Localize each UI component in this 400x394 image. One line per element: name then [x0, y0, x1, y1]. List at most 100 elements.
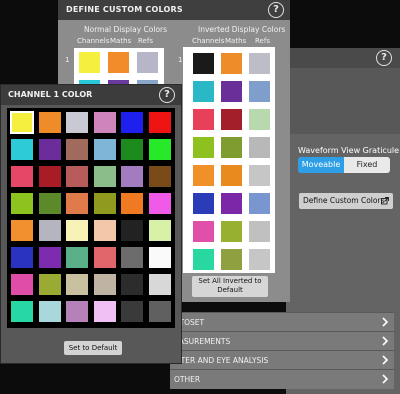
inverted-color-swatch[interactable]: [249, 137, 270, 158]
palette-color-swatch[interactable]: [148, 301, 171, 322]
palette-color-swatch[interactable]: [11, 220, 33, 241]
selected-color-swatch[interactable]: [10, 111, 34, 134]
help-icon[interactable]: ?: [376, 50, 392, 66]
inverted-color-swatch[interactable]: [249, 165, 270, 186]
row-number: 1: [178, 56, 183, 64]
dialog-header: DEFINE CUSTOM COLORS ?: [58, 0, 290, 20]
settings-panel-top-area: [286, 68, 400, 134]
palette-color-swatch[interactable]: [121, 301, 143, 322]
palette-color-swatch[interactable]: [66, 193, 88, 214]
palette-color-swatch[interactable]: [38, 301, 61, 322]
palette-color-swatch[interactable]: [121, 166, 143, 187]
palette-color-swatch[interactable]: [11, 301, 33, 322]
chevron-right-icon: [382, 374, 389, 384]
palette-color-swatch[interactable]: [66, 166, 88, 187]
palette-color-swatch[interactable]: [148, 139, 171, 160]
set-all-inverted-default-button[interactable]: Set All Inverted to Default: [192, 276, 268, 297]
palette-color-swatch[interactable]: [148, 193, 171, 214]
menu-row-jitter-eye[interactable]: ITTER AND EYE ANALYSIS: [170, 350, 394, 370]
inverted-color-swatch[interactable]: [221, 137, 242, 158]
help-icon[interactable]: ?: [159, 87, 175, 103]
col-header-channels: Channels: [192, 37, 225, 45]
palette-color-swatch[interactable]: [148, 220, 171, 241]
settings-panel-header: ?: [286, 48, 400, 68]
col-header-refs: Refs: [255, 37, 270, 45]
graticule-option-fixed[interactable]: Fixed: [344, 157, 390, 173]
graticule-option-moveable[interactable]: Moveable: [298, 157, 344, 173]
normal-color-swatch[interactable]: [108, 52, 129, 73]
palette-color-swatch[interactable]: [93, 274, 116, 295]
inverted-color-swatch[interactable]: [193, 109, 214, 130]
inverted-color-swatch[interactable]: [249, 109, 270, 130]
palette-color-swatch[interactable]: [121, 247, 143, 268]
palette-color-swatch[interactable]: [11, 274, 33, 295]
palette-color-swatch[interactable]: [66, 139, 88, 160]
palette-color-swatch[interactable]: [11, 139, 33, 160]
inverted-color-swatch[interactable]: [193, 221, 214, 242]
set-to-default-button[interactable]: Set to Default: [64, 341, 122, 355]
palette-color-swatch[interactable]: [148, 274, 171, 295]
palette-color-swatch[interactable]: [66, 274, 88, 295]
menu-row-autoset[interactable]: UTOSET: [170, 312, 394, 332]
palette-color-swatch[interactable]: [148, 112, 171, 133]
palette-color-swatch[interactable]: [66, 247, 88, 268]
define-custom-colors-button[interactable]: Define Custom Colors: [299, 193, 393, 209]
palette-color-swatch[interactable]: [93, 193, 116, 214]
palette-color-swatch[interactable]: [38, 112, 61, 133]
inverted-color-swatch[interactable]: [193, 53, 214, 74]
palette-color-swatch[interactable]: [148, 166, 171, 187]
chevron-right-icon: [382, 317, 389, 327]
palette-color-swatch[interactable]: [93, 301, 116, 322]
palette-color-swatch[interactable]: [38, 247, 61, 268]
palette-color-swatch[interactable]: [66, 112, 88, 133]
palette-color-swatch[interactable]: [93, 166, 116, 187]
normal-color-swatch[interactable]: [137, 52, 158, 73]
palette-color-swatch[interactable]: [121, 112, 143, 133]
inverted-color-swatch[interactable]: [193, 249, 214, 270]
palette-color-swatch[interactable]: [66, 220, 88, 241]
menu-row-label: OTHER: [174, 375, 201, 384]
inverted-color-swatch[interactable]: [193, 165, 214, 186]
inverted-color-swatch[interactable]: [221, 165, 242, 186]
palette-color-swatch[interactable]: [121, 193, 143, 214]
palette-color-swatch[interactable]: [38, 220, 61, 241]
inverted-color-swatch[interactable]: [221, 109, 242, 130]
help-icon[interactable]: ?: [268, 2, 284, 18]
menu-row-other[interactable]: OTHER: [170, 369, 394, 389]
palette-color-swatch[interactable]: [38, 274, 61, 295]
palette-color-swatch[interactable]: [93, 220, 116, 241]
inverted-color-swatch[interactable]: [221, 221, 242, 242]
palette-color-swatch[interactable]: [93, 247, 116, 268]
palette-color-swatch[interactable]: [11, 193, 33, 214]
normal-colors-title: Normal Display Colors: [84, 25, 168, 34]
inverted-color-swatch[interactable]: [249, 81, 270, 102]
inverted-color-swatch[interactable]: [221, 193, 242, 214]
inverted-color-swatch[interactable]: [221, 249, 242, 270]
palette-color-swatch[interactable]: [93, 139, 116, 160]
inverted-color-swatch[interactable]: [221, 81, 242, 102]
inverted-color-swatch[interactable]: [193, 81, 214, 102]
inverted-color-swatch[interactable]: [193, 137, 214, 158]
normal-color-swatch[interactable]: [79, 52, 100, 73]
inverted-color-swatch[interactable]: [249, 249, 270, 270]
palette-color-swatch[interactable]: [11, 247, 33, 268]
palette-color-swatch[interactable]: [38, 139, 61, 160]
palette-color-swatch[interactable]: [121, 139, 143, 160]
inverted-color-swatch[interactable]: [221, 53, 242, 74]
inverted-color-swatch[interactable]: [193, 193, 214, 214]
inverted-color-swatch[interactable]: [249, 221, 270, 242]
palette-color-swatch[interactable]: [38, 166, 61, 187]
menu-row-label: ITTER AND EYE ANALYSIS: [174, 356, 269, 365]
palette-color-swatch[interactable]: [93, 112, 116, 133]
inverted-color-swatch[interactable]: [249, 193, 270, 214]
palette-color-swatch[interactable]: [38, 193, 61, 214]
graticule-toggle[interactable]: Moveable Fixed: [298, 157, 390, 173]
dialog-header: CHANNEL 1 COLOR ?: [1, 85, 181, 105]
palette-color-swatch[interactable]: [121, 220, 143, 241]
palette-color-swatch[interactable]: [148, 247, 171, 268]
palette-color-swatch[interactable]: [11, 166, 33, 187]
palette-color-swatch[interactable]: [121, 274, 143, 295]
inverted-color-swatch[interactable]: [249, 53, 270, 74]
menu-row-measurements[interactable]: EASUREMENTS: [170, 331, 394, 351]
palette-color-swatch[interactable]: [66, 301, 88, 322]
